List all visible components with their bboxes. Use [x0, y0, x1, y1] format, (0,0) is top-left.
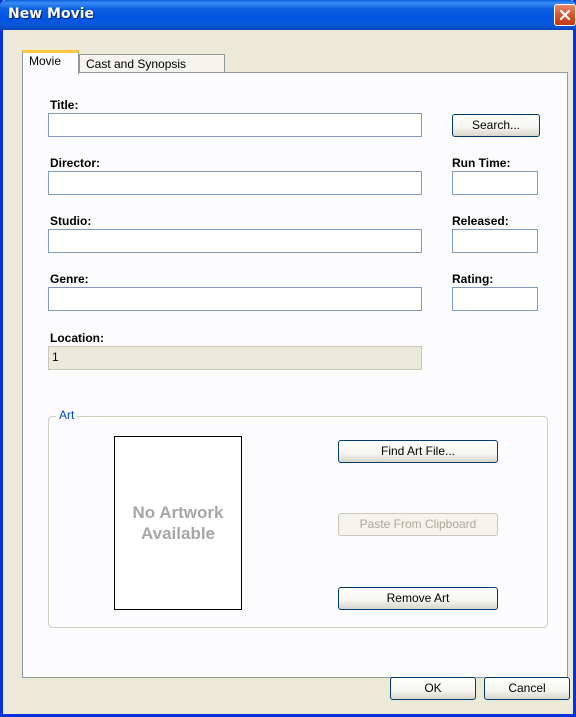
artwork-preview: No Artwork Available: [114, 436, 242, 610]
released-label: Released:: [452, 214, 509, 228]
remove-art-button[interactable]: Remove Art: [338, 587, 498, 610]
genre-field[interactable]: [48, 287, 422, 311]
title-label: Title:: [50, 98, 79, 112]
ok-button[interactable]: OK: [390, 677, 476, 700]
genre-label: Genre:: [50, 272, 89, 286]
title-bar[interactable]: New Movie: [0, 0, 576, 30]
art-group-label: Art: [56, 408, 78, 422]
studio-label: Studio:: [50, 214, 92, 228]
close-icon: [559, 9, 571, 21]
run-time-field[interactable]: [452, 171, 538, 195]
rating-label: Rating:: [452, 272, 494, 286]
director-field[interactable]: [48, 171, 422, 195]
paste-from-clipboard-button: Paste From Clipboard: [338, 513, 498, 536]
window-title: New Movie: [8, 6, 94, 22]
title-field[interactable]: [48, 113, 422, 137]
no-artwork-text: No Artwork Available: [132, 503, 224, 543]
rating-field[interactable]: [452, 287, 538, 311]
cancel-button[interactable]: Cancel: [484, 677, 570, 700]
location-label: Location:: [50, 331, 104, 345]
search-button[interactable]: Search...: [452, 114, 540, 137]
studio-field[interactable]: [48, 229, 422, 253]
director-label: Director:: [50, 156, 101, 170]
run-time-label: Run Time:: [452, 156, 511, 170]
find-art-file-button[interactable]: Find Art File...: [338, 440, 498, 463]
location-field: 1: [48, 346, 422, 370]
tab-cast-and-synopsis[interactable]: Cast and Synopsis: [79, 54, 225, 74]
released-field[interactable]: [452, 229, 538, 253]
tab-movie[interactable]: Movie: [22, 50, 79, 74]
close-button[interactable]: [554, 4, 576, 26]
